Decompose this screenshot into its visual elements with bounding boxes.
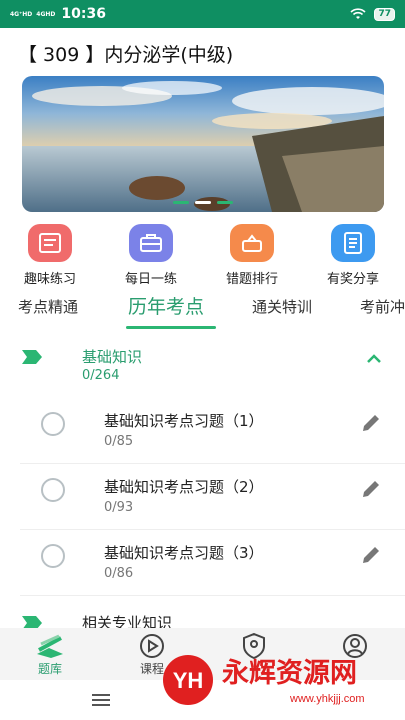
quick-action-daily[interactable]: 每日一练 (111, 224, 191, 287)
carousel-dot (173, 201, 189, 204)
section-header[interactable]: 基础知识 0/264 (0, 344, 405, 392)
svg-text:YH: YH (173, 668, 204, 693)
tab-past-exams[interactable]: 历年考点 (128, 292, 204, 319)
banner-image (22, 76, 384, 212)
item-title: 基础知识考点习题（3） (104, 544, 264, 562)
quick-actions: 趣味练习 每日一练 错题排行 有奖分享 (0, 224, 405, 287)
nav-label: 题库 (37, 662, 62, 676)
network-indicator-2: 4GHD (36, 10, 56, 18)
banner-carousel[interactable] (22, 76, 384, 212)
quick-action-label: 错题排行 (225, 272, 278, 287)
quick-action-label: 趣味练习 (23, 272, 76, 287)
item-title: 基础知识考点习题（1） (104, 412, 264, 430)
nav-question-bank[interactable]: 题库 (20, 632, 80, 677)
quick-action-share[interactable]: 有奖分享 (313, 224, 393, 287)
carousel-indicator (22, 201, 384, 204)
quick-action-fun-practice[interactable]: 趣味练习 (10, 224, 90, 287)
watermark-logo: YH 永辉资源网 www.yhkjjj.com (163, 655, 365, 705)
pencil-icon[interactable] (360, 544, 382, 566)
pencil-icon[interactable] (360, 478, 382, 500)
radio-button[interactable] (41, 478, 65, 502)
watermark: YH 永辉资源网 www.yhkjjj.com (160, 652, 405, 708)
radio-button[interactable] (41, 412, 65, 436)
item-progress: 0/85 (104, 434, 134, 449)
tab-special-training[interactable]: 通关特训 (252, 296, 312, 317)
chevron-up-icon[interactable] (366, 354, 382, 364)
list-icon (28, 224, 72, 262)
wifi-icon (350, 8, 367, 19)
briefcase-icon (129, 224, 173, 262)
section-header[interactable]: 相关专业知识 (0, 610, 405, 632)
svg-text:www.yhkjjj.com: www.yhkjjj.com (289, 693, 365, 705)
pencil-icon[interactable] (360, 412, 382, 434)
battery-indicator: 77 (374, 7, 395, 21)
svg-text:永辉资源网: 永辉资源网 (221, 658, 357, 689)
carousel-dot (217, 201, 233, 204)
ranking-icon (230, 224, 274, 262)
carousel-dot-active (195, 201, 211, 204)
list-item[interactable]: 基础知识考点习题（3） 0/86 (20, 530, 405, 596)
app-screen: 4G⁺HD 4GHD 10:36 77 【 309 】内分泌学(中级) 趣味练习… (0, 0, 405, 720)
tab-key-points[interactable]: 考点精通 (18, 296, 78, 317)
notebook-icon (331, 224, 375, 262)
section-title: 基础知识 (82, 348, 143, 366)
tab-bar: 考点精通 历年考点 通关特训 考前冲 (0, 292, 405, 332)
item-progress: 0/86 (104, 566, 134, 581)
list-item[interactable]: 基础知识考点习题（2） 0/93 (20, 464, 405, 530)
section-progress: 0/264 (82, 368, 120, 383)
network-indicator-1: 4G⁺HD (10, 10, 33, 18)
list-item[interactable]: 基础知识考点习题（1） 0/85 (20, 398, 405, 464)
radio-button[interactable] (41, 544, 65, 568)
page-title: 【 309 】内分泌学(中级) (18, 44, 234, 66)
books-icon (37, 634, 63, 658)
quick-action-wrong-ranking[interactable]: 错题排行 (212, 224, 292, 287)
item-title: 基础知识考点习题（2） (104, 478, 264, 496)
quick-action-label: 每日一练 (124, 272, 177, 287)
flag-icon (22, 350, 42, 364)
active-tab-indicator (126, 326, 216, 329)
tab-pre-exam[interactable]: 考前冲 (360, 296, 405, 317)
status-bar: 4G⁺HD 4GHD 10:36 77 (0, 0, 405, 28)
clock: 10:36 (61, 6, 106, 22)
quick-action-label: 有奖分享 (326, 272, 379, 287)
item-progress: 0/93 (104, 500, 134, 515)
menu-icon[interactable] (90, 692, 112, 708)
